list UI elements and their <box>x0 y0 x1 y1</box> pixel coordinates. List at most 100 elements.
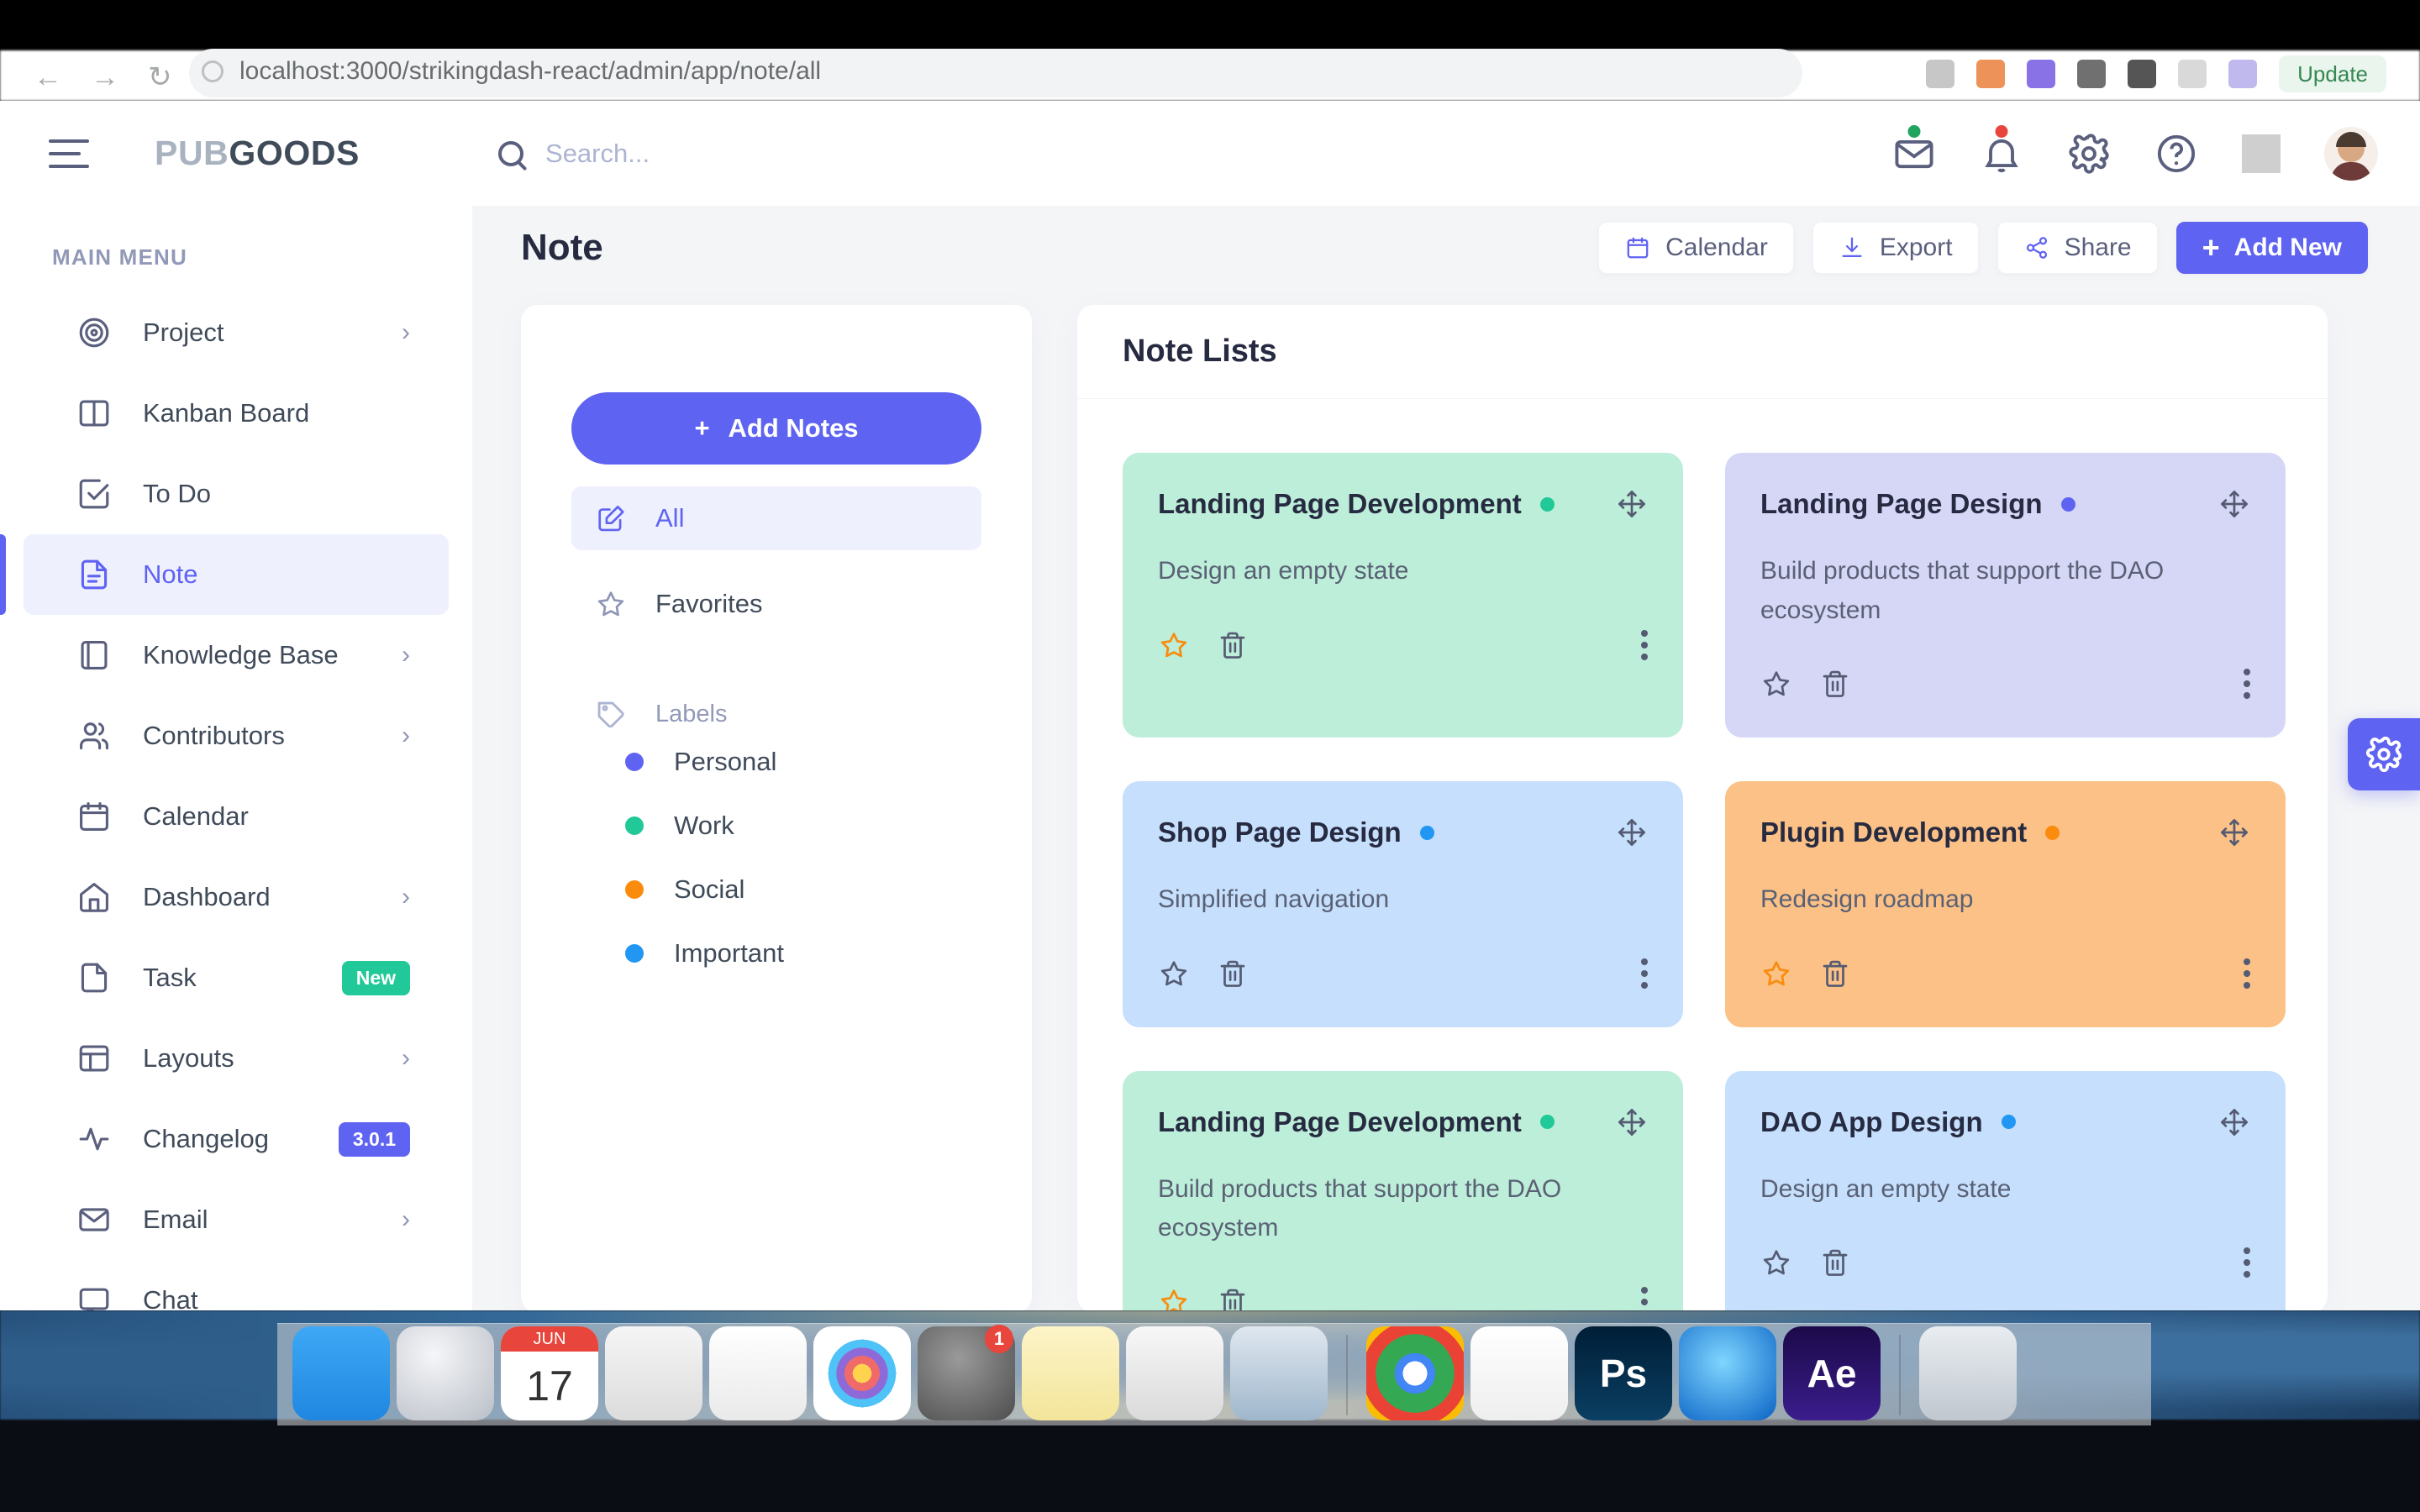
calendar-day: 17 <box>526 1362 573 1410</box>
sidebar-item-task[interactable]: Task New <box>24 937 449 1018</box>
dock-icon-preview[interactable] <box>1230 1326 1328 1420</box>
global-search[interactable] <box>498 138 1084 169</box>
note-card[interactable]: Landing Page Development Design an empty… <box>1123 453 1683 738</box>
trash-icon[interactable] <box>1217 958 1249 990</box>
button-label: Calendar <box>1665 234 1768 261</box>
dock-icon-photos[interactable] <box>813 1326 911 1420</box>
avatar[interactable] <box>2324 126 2378 181</box>
extension-icon[interactable] <box>2128 60 2157 88</box>
sidebar-item-dashboard[interactable]: Dashboard › <box>24 857 449 937</box>
note-card[interactable]: Landing Page Design Build products that … <box>1725 453 2286 738</box>
note-label-social[interactable]: Social <box>571 858 981 921</box>
reload-icon[interactable]: ↻ <box>148 60 172 94</box>
sidebar-item-layouts[interactable]: Layouts › <box>24 1018 449 1099</box>
more-vertical-icon[interactable] <box>1641 953 1648 994</box>
star-icon[interactable] <box>1760 1247 1792 1278</box>
note-filter-all[interactable]: All <box>571 486 981 550</box>
move-icon[interactable] <box>1616 816 1648 848</box>
dock-icon-trash[interactable] <box>1919 1326 2017 1420</box>
trash-icon[interactable] <box>1819 1247 1851 1278</box>
note-label-important[interactable]: Important <box>571 921 981 985</box>
extension-icon[interactable] <box>1976 60 2006 88</box>
browser-nav-buttons[interactable]: ← → ↻ <box>34 60 172 94</box>
dock-icon-visual-studio-code[interactable] <box>1470 1326 1568 1420</box>
sidebar-item-email[interactable]: Email › <box>24 1179 449 1260</box>
more-vertical-icon[interactable] <box>1641 625 1648 665</box>
move-icon[interactable] <box>1616 1106 1648 1138</box>
dock-icon-google-chrome[interactable] <box>1366 1326 1464 1420</box>
sidebar-item-to-do[interactable]: To Do <box>24 454 449 534</box>
sidebar-item-note[interactable]: Note <box>0 534 449 615</box>
share-button[interactable]: Share <box>1996 222 2158 274</box>
dock-icon-quicktime-player[interactable] <box>1679 1326 1776 1420</box>
star-icon[interactable] <box>1760 668 1792 700</box>
add-notes-button[interactable]: + Add Notes <box>571 392 981 465</box>
move-icon[interactable] <box>2218 488 2250 520</box>
note-labels: Personal Work Social Important <box>571 730 981 985</box>
dock-icon-launchpad[interactable] <box>397 1326 494 1420</box>
dock-icon-adobe-photoshop[interactable]: Ps <box>1575 1326 1672 1420</box>
extension-icon[interactable] <box>2077 60 2107 88</box>
sidebar-item-knowledge-base[interactable]: Knowledge Base › <box>24 615 449 696</box>
more-vertical-icon[interactable] <box>2244 1242 2250 1283</box>
note-card[interactable]: DAO App Design Design an empty state <box>1725 1070 2286 1310</box>
star-icon[interactable] <box>1158 1286 1190 1310</box>
move-icon[interactable] <box>1616 488 1648 520</box>
note-filter-favorites[interactable]: Favorites <box>571 572 981 636</box>
move-icon[interactable] <box>2218 1106 2250 1138</box>
note-card[interactable]: Landing Page Development Build products … <box>1123 1070 1683 1310</box>
move-icon[interactable] <box>2218 816 2250 848</box>
sidebar-item-contributors[interactable]: Contributors › <box>24 696 449 776</box>
forward-arrow-icon[interactable]: → <box>91 61 119 94</box>
dock-icon-calendar[interactable]: JUN 17 <box>501 1326 598 1420</box>
extension-icon[interactable] <box>2027 60 2056 88</box>
back-arrow-icon[interactable]: ← <box>34 61 62 94</box>
star-icon[interactable] <box>1760 958 1792 990</box>
bell-icon[interactable] <box>1980 124 2023 176</box>
note-card[interactable]: Plugin Development Redesign roadmap <box>1725 781 2286 1027</box>
export-button[interactable]: Export <box>1812 222 1979 274</box>
extension-icon[interactable] <box>1926 60 1955 88</box>
browser-extension-icons[interactable]: Update <box>1926 55 2386 92</box>
add-new-button[interactable]: + Add New <box>2175 222 2368 274</box>
search-input[interactable] <box>545 138 1084 169</box>
dock-icon-reminders[interactable] <box>709 1326 807 1420</box>
trash-icon[interactable] <box>1217 629 1249 661</box>
macos-dock: JUN 17 1 Ps Ae <box>277 1323 2151 1425</box>
app-logo[interactable]: PUBGOODS <box>155 134 360 173</box>
trash-icon[interactable] <box>1819 958 1851 990</box>
trash-icon[interactable] <box>1217 1286 1249 1310</box>
update-button[interactable]: Update <box>2279 55 2386 92</box>
note-card[interactable]: Shop Page Design Simplified navigation <box>1123 781 1683 1027</box>
sidebar: MAIN MENU Project › Kanban Board To Do Note K… <box>0 206 472 1310</box>
dock-icon-adobe-after-effects[interactable]: Ae <box>1783 1326 1881 1420</box>
question-circle-icon[interactable] <box>2154 132 2198 176</box>
site-info-icon[interactable] <box>202 60 224 82</box>
more-vertical-icon[interactable] <box>2244 953 2250 994</box>
sidebar-item-chat[interactable]: Chat <box>24 1260 449 1310</box>
sidebar-item-kanban-board[interactable]: Kanban Board <box>24 373 449 454</box>
sidebar-item-project[interactable]: Project › <box>24 292 449 373</box>
dock-icon-finder[interactable] <box>292 1326 390 1420</box>
more-vertical-icon[interactable] <box>1641 1282 1648 1310</box>
note-label-work[interactable]: Work <box>571 794 981 858</box>
floating-settings-button[interactable] <box>2348 718 2420 790</box>
extension-icon[interactable] <box>2228 60 2258 88</box>
gear-icon[interactable] <box>2067 132 2111 176</box>
dock-icon-system-preferences[interactable]: 1 <box>918 1325 1015 1420</box>
sidebar-item-changelog[interactable]: Changelog 3.0.1 <box>24 1099 449 1179</box>
hamburger-menu-icon[interactable] <box>49 139 89 168</box>
dock-icon-notes-app[interactable] <box>605 1326 702 1420</box>
dock-icon-sketch[interactable] <box>1126 1326 1223 1420</box>
star-icon[interactable] <box>1158 629 1190 661</box>
calendar-button[interactable]: Calendar <box>1598 222 1794 274</box>
star-icon[interactable] <box>1158 958 1190 990</box>
more-vertical-icon[interactable] <box>2244 664 2250 704</box>
trash-icon[interactable] <box>1819 668 1851 700</box>
dock-icon-stickies[interactable] <box>1022 1326 1119 1420</box>
sidebar-item-calendar[interactable]: Calendar <box>24 776 449 857</box>
flag-placeholder-icon[interactable] <box>2242 134 2281 173</box>
mail-icon[interactable] <box>1892 124 1936 176</box>
extension-icon[interactable] <box>2178 60 2207 88</box>
note-label-personal[interactable]: Personal <box>571 730 981 794</box>
